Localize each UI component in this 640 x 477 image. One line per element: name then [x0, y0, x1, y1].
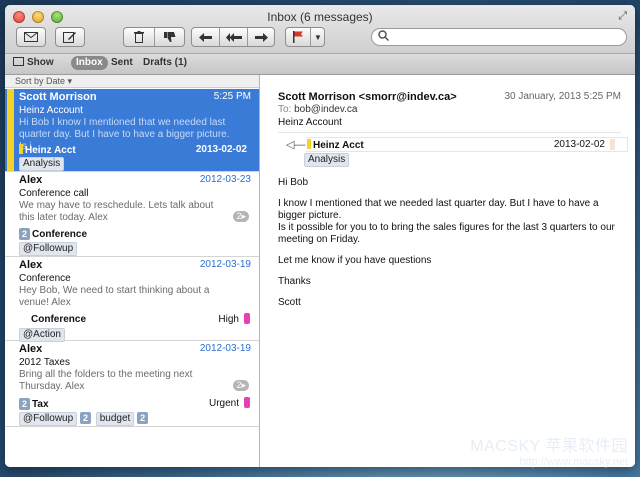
thread-count[interactable]: 2▸	[233, 211, 249, 222]
reply-icon[interactable]	[192, 28, 219, 46]
message-subject: 2012 Taxes	[19, 357, 70, 368]
fullscreen-icon[interactable]: ⤢	[618, 10, 627, 23]
detail-to-label: To:	[278, 104, 292, 115]
tag-color-swatch	[307, 139, 311, 149]
window-title: Inbox (6 messages)	[267, 10, 373, 24]
message-subject: Heinz Account	[19, 105, 83, 116]
message-row[interactable]: Alex 2012-03-23 Conference call We may h…	[5, 172, 259, 257]
label-pill[interactable]: @Followup	[19, 412, 78, 426]
watermark-url: http://www.macsky.net	[519, 456, 628, 468]
label-pill[interactable]: @Followup	[19, 242, 78, 256]
message-date: 2012-03-19	[199, 343, 251, 354]
tag-icon[interactable]: ◁—	[286, 138, 305, 151]
body-paragraph: Let me know if you have questions	[278, 255, 432, 266]
priority-label: Urgent	[208, 398, 239, 409]
mailbox-sent[interactable]: Sent	[111, 57, 133, 68]
search-field[interactable]	[371, 28, 627, 46]
message-preview: Bring all the folders to the meeting nex…	[19, 369, 193, 392]
tag-color-swatch	[19, 144, 23, 154]
body-paragraph: I know I mentioned that we needed last q…	[278, 198, 615, 245]
show-icon	[13, 57, 24, 66]
delete-junk-group	[123, 27, 185, 47]
priority-label: High	[218, 314, 239, 325]
message-date: 2012-03-19	[199, 259, 251, 270]
sort-by-date[interactable]: Sort by Date ▾	[5, 75, 259, 88]
reply-all-icon[interactable]	[220, 28, 247, 46]
message-detail: Scott Morrison <smorr@indev.ca> 30 Janua…	[260, 75, 635, 467]
label-pill[interactable]: budget	[95, 412, 135, 426]
watermark-title: MACSKY 苹果软件园	[470, 438, 628, 455]
message-preview: Hey Bob, We need to start thinking about…	[19, 285, 210, 308]
body-paragraph: Thanks	[278, 276, 311, 287]
tag-badge: 2	[19, 228, 31, 240]
label-badge: 2	[79, 412, 91, 424]
tag-date: 2013-02-02	[195, 144, 247, 155]
label-badge: 2	[137, 412, 149, 424]
mailbox-inbox[interactable]: Inbox	[71, 56, 108, 70]
priority-swatch	[244, 313, 250, 324]
message-list: Sort by Date ▾ Scott Morrison 5:25 PM He…	[5, 75, 260, 467]
detail-to: To: bob@indev.ca	[278, 104, 357, 115]
message-tag: Heinz Acct	[19, 144, 76, 156]
message-tag: 2 Tax	[19, 398, 49, 410]
tag-color-bar	[7, 89, 14, 171]
watermark: MACSKY 苹果软件园 http://www.macsky.net	[470, 432, 628, 468]
message-from: Scott Morrison	[19, 91, 97, 103]
chevron-down-icon[interactable]: ▼	[311, 28, 325, 46]
forward-icon[interactable]	[248, 28, 275, 46]
detail-date: 30 January, 2013 5:25 PM	[504, 91, 621, 102]
mailbox-bar: Show Inbox Sent Drafts (1)	[5, 54, 635, 75]
detail-to-address[interactable]: bob@indev.ca	[294, 104, 357, 115]
detail-tag-date: 2013-02-02	[553, 139, 605, 150]
search-icon	[378, 30, 390, 44]
label-row: @Followup 2 budget 2	[19, 412, 150, 426]
message-date: 2012-03-23	[199, 174, 251, 185]
titlebar: Inbox (6 messages) ⤢ ▼	[5, 5, 635, 54]
divider	[278, 132, 621, 133]
thread-count[interactable]: 2▸	[233, 380, 249, 391]
tag-swatch	[610, 139, 615, 150]
message-row[interactable]: Alex 2012-03-19 2012 Taxes Bring all the…	[5, 341, 259, 427]
body-paragraph: Scott	[278, 297, 301, 308]
envelope-icon	[17, 28, 45, 46]
label-pill[interactable]: Analysis	[304, 153, 350, 167]
message-row[interactable]: Scott Morrison 5:25 PM Heinz Account Hi …	[5, 89, 259, 172]
compose-button[interactable]	[55, 27, 85, 47]
thumbs-down-icon[interactable]	[155, 28, 185, 46]
mail-window: Inbox (6 messages) ⤢ ▼ Show Inbox Sent D…	[5, 5, 635, 467]
trash-icon[interactable]	[124, 28, 154, 46]
compose-icon	[56, 28, 84, 46]
message-date: 5:25 PM	[213, 91, 251, 102]
flag-button[interactable]: ▼	[285, 27, 325, 47]
message-from: Alex	[19, 343, 43, 355]
show-button[interactable]: Show	[13, 57, 54, 68]
message-subject: Conference	[19, 273, 71, 284]
flag-icon	[286, 28, 310, 46]
label-pill[interactable]: Analysis	[19, 157, 65, 171]
mailbox-drafts[interactable]: Drafts (1)	[143, 57, 187, 68]
detail-from[interactable]: Scott Morrison <smorr@indev.ca>	[278, 91, 457, 103]
label-pill[interactable]: @Action	[19, 328, 65, 342]
message-from: Alex	[19, 174, 43, 186]
get-mail-button[interactable]	[16, 27, 46, 47]
message-from: Alex	[19, 259, 43, 271]
message-body: Hi Bob I know I mentioned that we needed…	[278, 177, 618, 318]
reply-group	[191, 27, 275, 47]
message-preview: We may have to reschedule. Lets talk abo…	[19, 200, 214, 223]
message-subject: Conference call	[19, 188, 89, 199]
body-paragraph: Hi Bob	[278, 177, 309, 188]
message-tag: Conference	[31, 314, 87, 325]
priority-swatch	[244, 397, 250, 408]
message-row[interactable]: Alex 2012-03-19 Conference Hey Bob, We n…	[5, 257, 259, 342]
detail-subject: Heinz Account	[278, 117, 342, 128]
message-tag: 2 Conference	[19, 228, 87, 240]
detail-tag[interactable]: Heinz Acct	[307, 139, 364, 151]
tag-badge: 2	[19, 398, 31, 410]
